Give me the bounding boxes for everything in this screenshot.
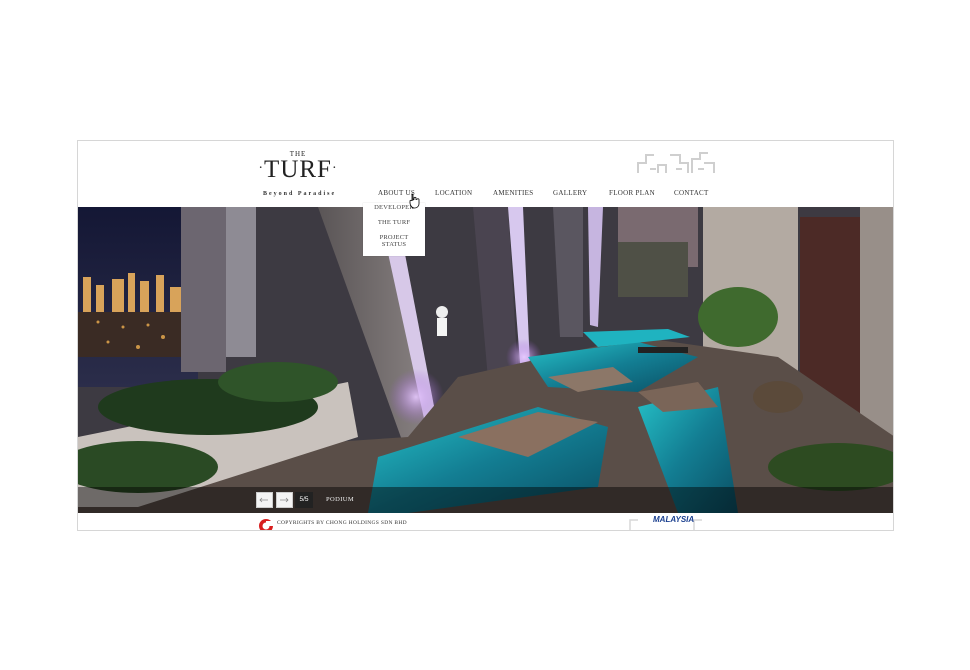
slider-prev-button[interactable] — [256, 492, 273, 508]
dropdown-item-project-status[interactable]: PROJECT — [363, 234, 425, 241]
slide-title: PODIUM — [326, 496, 355, 503]
hero-scene-illustration — [78, 207, 893, 513]
nav-gallery[interactable]: GALLERY — [553, 189, 587, 197]
nav-contact[interactable]: CONTACT — [674, 189, 709, 197]
nav-floor-plan[interactable]: FLOOR PLAN — [609, 189, 655, 197]
nav-amenities[interactable]: AMENITIES — [493, 189, 533, 197]
decorative-pattern-icon — [637, 152, 715, 173]
malaysia-truly-asia-logo: MALAYSIA — [653, 515, 695, 524]
main-nav: ABOUT US LOCATION AMENITIES GALLERY FLOO… — [78, 189, 893, 201]
nav-location[interactable]: LOCATION — [435, 189, 472, 197]
slider-next-button[interactable] — [276, 492, 293, 508]
about-us-dropdown: DEVELOPER THE TURF PROJECT STATUS — [363, 203, 425, 256]
slide-counter: 5/5 — [295, 492, 313, 508]
site-footer: COPYRIGHTS BY CHONG HOLDINGS SDN BHD MAL… — [78, 513, 893, 530]
logo-main-text: ·TURF· — [258, 156, 338, 183]
dropdown-item-project-status-line2[interactable]: STATUS — [363, 241, 425, 248]
chong-holdings-logo — [259, 519, 273, 530]
arrow-left-icon — [259, 497, 268, 503]
slider-controls-bar — [78, 487, 893, 513]
hero-slide-image: 5/5 PODIUM — [78, 207, 893, 513]
arrow-right-icon — [280, 497, 289, 503]
dropdown-item-the-turf[interactable]: THE TURF — [363, 219, 425, 226]
hand-cursor-icon — [409, 193, 420, 209]
copyright-text: COPYRIGHTS BY CHONG HOLDINGS SDN BHD — [277, 520, 407, 526]
site-frame: THE ·TURF· Beyond Paradise ABOUT US LOCA… — [77, 140, 894, 531]
site-logo[interactable]: THE ·TURF· — [253, 150, 343, 183]
